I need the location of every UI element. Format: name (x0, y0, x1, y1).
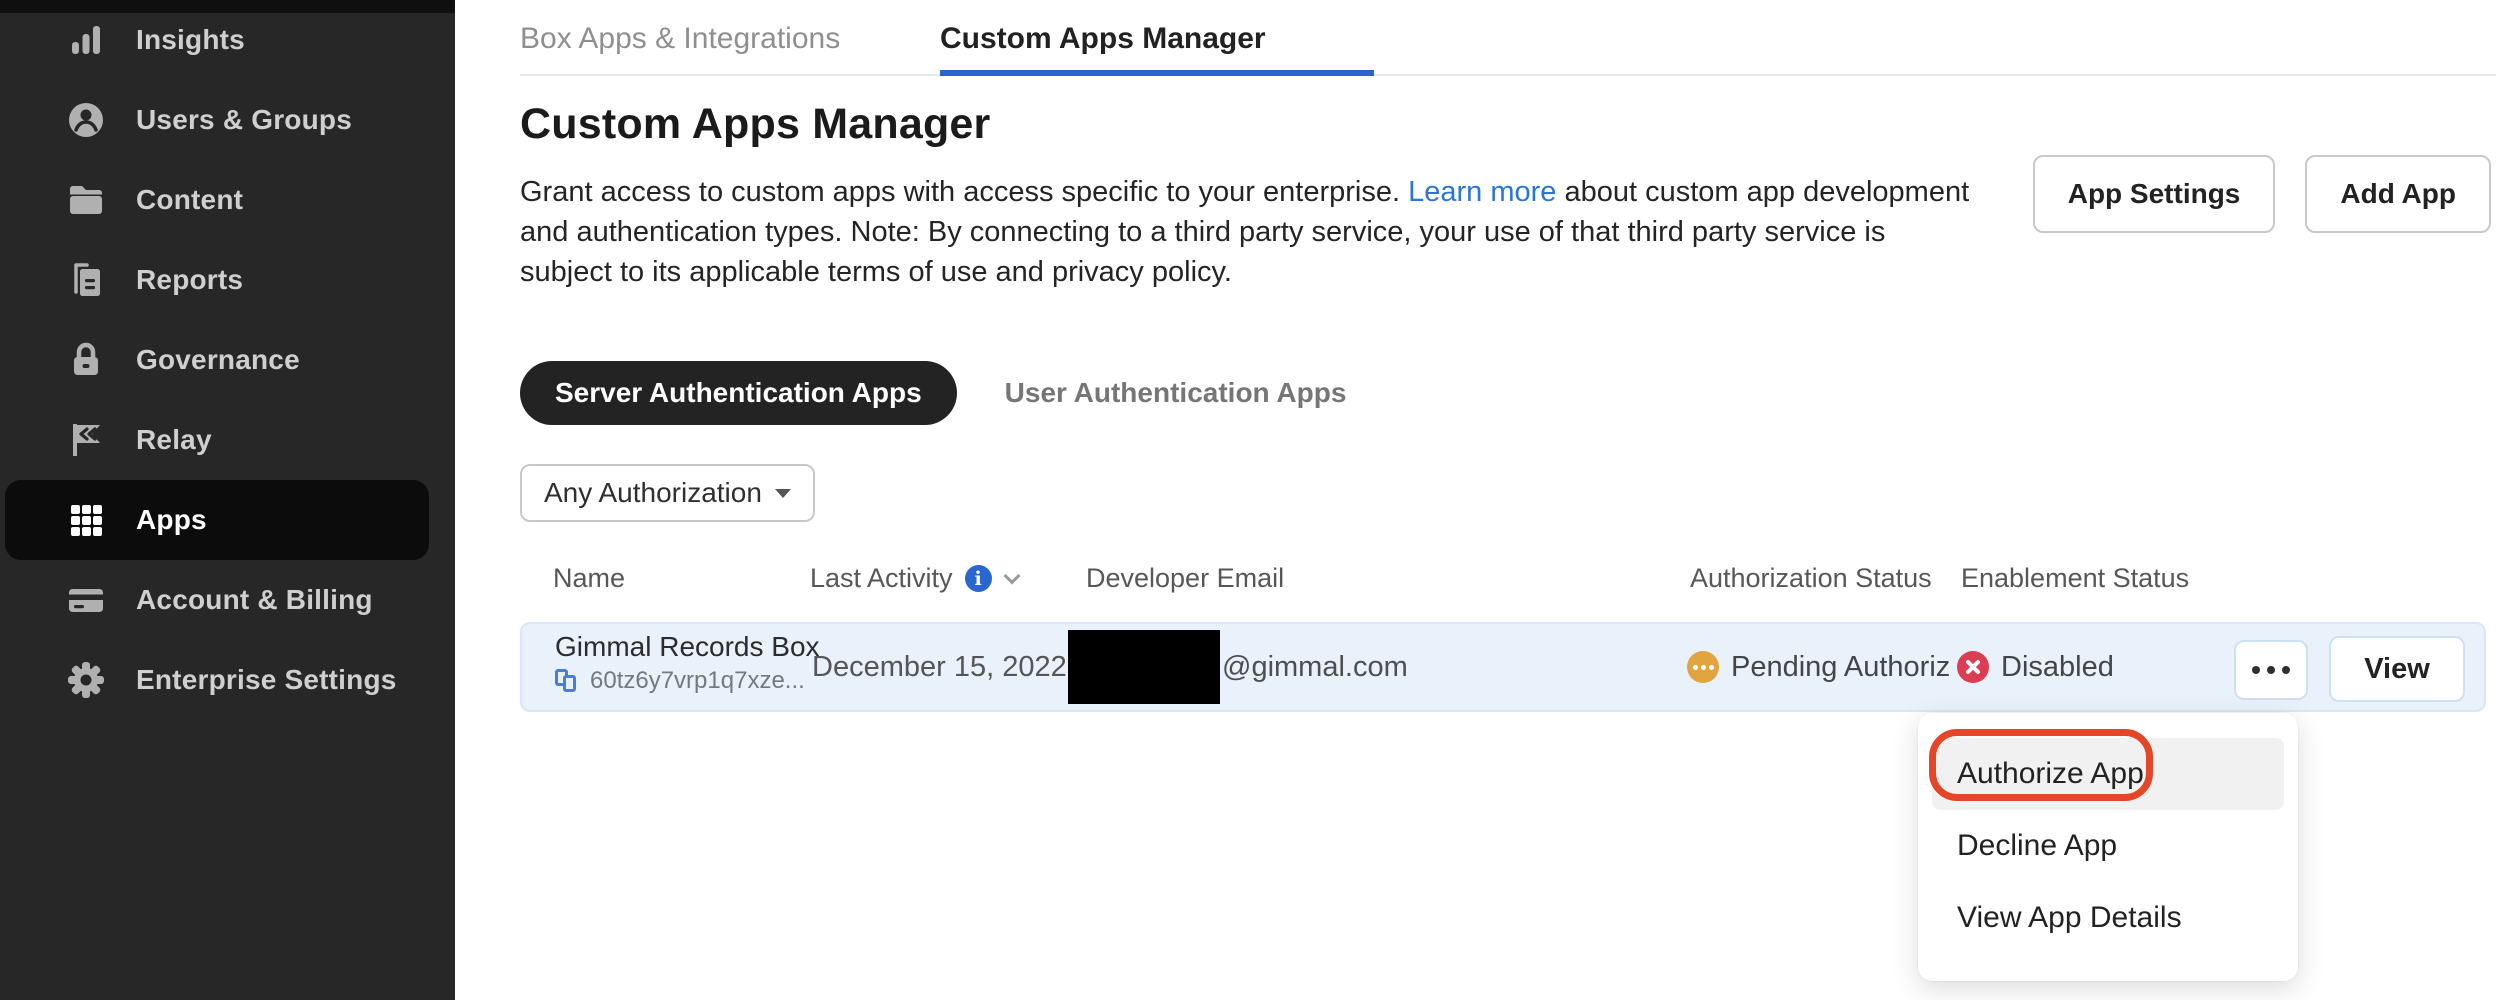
table-row[interactable]: Gimmal Records Box 60tz6y7vrp1q7xze... D… (520, 622, 2486, 712)
app-settings-button[interactable]: App Settings (2033, 155, 2276, 233)
menu-item-decline-app[interactable]: Decline App (1932, 810, 2284, 882)
menu-item-view-app-details[interactable]: View App Details (1932, 882, 2284, 954)
grid-icon (64, 498, 108, 542)
box-admin-console: Insights Users & Groups Content Reports (0, 0, 2506, 1000)
enablement-status-text: Disabled (2001, 651, 2114, 684)
column-header-authorization-status[interactable]: Authorization Status (1690, 563, 1932, 594)
column-header-name[interactable]: Name (553, 563, 625, 594)
info-icon[interactable] (965, 565, 992, 592)
copy-icon[interactable] (555, 669, 580, 694)
user-auth-apps-toggle[interactable]: User Authentication Apps (1005, 361, 1347, 425)
authorization-status-cell: Pending Authorization (1687, 624, 1949, 710)
lock-icon (64, 338, 108, 382)
sidebar-top-strip (0, 0, 455, 13)
sidebar-item-governance[interactable]: Governance (0, 320, 455, 400)
chevron-down-icon (1003, 567, 1020, 584)
menu-item-authorize-app[interactable]: Authorize App (1932, 738, 2284, 810)
redaction-block (1068, 630, 1220, 704)
sidebar-item-relay[interactable]: Relay (0, 400, 455, 480)
column-header-last-activity[interactable]: Last Activity (810, 563, 1018, 594)
folder-icon (64, 178, 108, 222)
tab-custom-apps-manager[interactable]: Custom Apps Manager (940, 0, 1374, 76)
app-name-cell: Gimmal Records Box 60tz6y7vrp1q7xze... (555, 631, 820, 695)
sidebar-item-label: Apps (136, 504, 207, 536)
enablement-status-cell: Disabled (1957, 624, 2114, 710)
auth-type-toggle: Server Authentication Apps User Authenti… (520, 361, 1346, 425)
tab-bar: Box Apps & Integrations Custom Apps Mana… (520, 0, 2496, 76)
sidebar-item-label: Content (136, 184, 243, 216)
credit-card-icon (64, 578, 108, 622)
bar-chart-icon (64, 18, 108, 62)
tab-box-apps-integrations[interactable]: Box Apps & Integrations (520, 0, 840, 76)
page-title: Custom Apps Manager (520, 100, 990, 149)
sidebar-item-content[interactable]: Content (0, 160, 455, 240)
sidebar-item-account-billing[interactable]: Account & Billing (0, 560, 455, 640)
sidebar-item-label: Insights (136, 24, 245, 56)
more-actions-button[interactable] (2234, 640, 2308, 700)
sidebar-item-enterprise-settings[interactable]: Enterprise Settings (0, 640, 455, 720)
sidebar-item-label: Account & Billing (136, 584, 373, 616)
report-icon (64, 258, 108, 302)
flag-icon (64, 418, 108, 462)
last-activity-cell: December 15, 2022 (812, 624, 1067, 710)
authorization-filter-value: Any Authorization (544, 477, 765, 509)
learn-more-link[interactable]: Learn more (1408, 176, 1556, 208)
sidebar: Insights Users & Groups Content Reports (0, 0, 455, 1000)
sidebar-item-users-groups[interactable]: Users & Groups (0, 80, 455, 160)
context-menu: Authorize App Decline App View App Detai… (1918, 713, 2298, 981)
disabled-status-icon (1957, 651, 1989, 683)
developer-email-cell: @gimmal.com (1068, 624, 1408, 710)
sidebar-item-label: Reports (136, 264, 243, 296)
app-name: Gimmal Records Box (555, 631, 820, 663)
column-header-last-activity-label: Last Activity (810, 563, 953, 594)
table-header: Name Last Activity Developer Email Autho… (455, 563, 2506, 601)
sidebar-item-label: Governance (136, 344, 300, 376)
page-description: Grant access to custom apps with access … (520, 172, 1970, 292)
caret-down-icon (775, 489, 791, 498)
email-domain: @gimmal.com (1222, 651, 1408, 684)
description-text-start: Grant access to custom apps with access … (520, 176, 1408, 208)
pending-status-icon (1687, 651, 1719, 683)
app-id-line: 60tz6y7vrp1q7xze... (555, 667, 820, 695)
server-auth-apps-toggle[interactable]: Server Authentication Apps (520, 361, 957, 425)
sidebar-nav: Insights Users & Groups Content Reports (0, 0, 455, 720)
add-app-button[interactable]: Add App (2305, 155, 2491, 233)
header-buttons: App Settings Add App (2033, 155, 2491, 233)
sidebar-item-label: Enterprise Settings (136, 664, 397, 696)
sidebar-item-label: Users & Groups (136, 104, 352, 136)
view-button[interactable]: View (2329, 636, 2465, 702)
sidebar-item-apps[interactable]: Apps (5, 480, 429, 560)
authorization-filter-dropdown[interactable]: Any Authorization (520, 464, 815, 522)
authorization-status-text: Pending Authorization (1731, 651, 1949, 684)
user-icon (64, 98, 108, 142)
gear-icon (64, 658, 108, 702)
column-header-enablement-status[interactable]: Enablement Status (1961, 563, 2189, 594)
main-content: Box Apps & Integrations Custom Apps Mana… (455, 0, 2506, 1000)
column-header-developer-email[interactable]: Developer Email (1086, 563, 1284, 594)
app-id: 60tz6y7vrp1q7xze... (590, 667, 805, 695)
sidebar-item-label: Relay (136, 424, 212, 456)
sidebar-item-reports[interactable]: Reports (0, 240, 455, 320)
